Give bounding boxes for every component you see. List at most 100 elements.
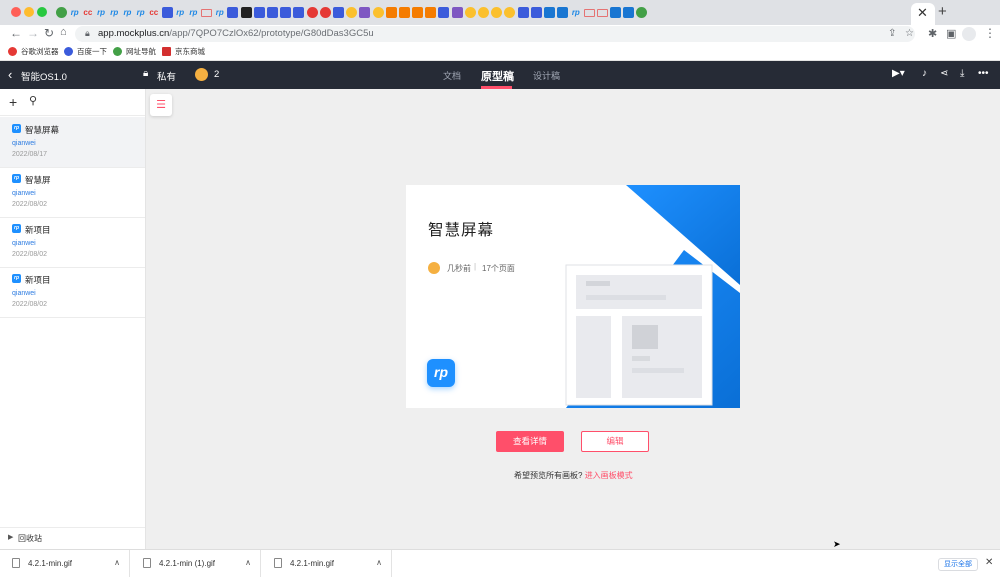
- pinned-tab[interactable]: [319, 6, 332, 20]
- pinned-tab[interactable]: [543, 6, 556, 20]
- pinned-tab[interactable]: [226, 6, 239, 20]
- pinned-tab[interactable]: rp: [213, 6, 226, 20]
- pinned-tab[interactable]: [266, 6, 279, 20]
- pinned-tab[interactable]: [306, 6, 319, 20]
- pinned-tab[interactable]: rp: [108, 6, 121, 20]
- pinned-tab[interactable]: [609, 6, 622, 20]
- search-icon[interactable]: ⚲: [29, 94, 37, 107]
- pinned-tab[interactable]: [279, 6, 292, 20]
- chevron-up-icon[interactable]: ∧: [114, 558, 120, 567]
- pinned-tab[interactable]: [398, 6, 411, 20]
- pinned-tab[interactable]: [477, 6, 490, 20]
- pinned-tab[interactable]: [503, 6, 516, 20]
- privacy-label[interactable]: 私有: [157, 69, 176, 83]
- pinned-tab[interactable]: [240, 6, 253, 20]
- pinned-tab[interactable]: [332, 6, 345, 20]
- pinned-tab[interactable]: [437, 6, 450, 20]
- pinned-tab[interactable]: rp: [134, 6, 147, 20]
- browser-menu-icon[interactable]: ⋮: [984, 26, 996, 40]
- share-icon[interactable]: ⇪: [888, 28, 896, 39]
- tab-prototype[interactable]: 原型稿: [481, 68, 514, 84]
- pinned-tab[interactable]: [451, 6, 464, 20]
- pinned-tab[interactable]: rp: [68, 6, 81, 20]
- trash-section[interactable]: ▶︎ 回收站: [0, 527, 145, 549]
- pinned-tab[interactable]: [464, 6, 477, 20]
- pinned-tab[interactable]: [55, 6, 68, 20]
- address-bar[interactable]: 🔒︎ app.mockplus.cn/app/7QPO7CzlOx62/prot…: [75, 26, 915, 42]
- pinned-tab[interactable]: [635, 6, 648, 20]
- lock-icon[interactable]: 🔒︎: [85, 28, 90, 39]
- pinned-tab[interactable]: rp: [569, 6, 582, 20]
- pinned-tab[interactable]: rp: [187, 6, 200, 20]
- pinned-tab[interactable]: [385, 6, 398, 20]
- pinned-tab[interactable]: [411, 6, 424, 20]
- pinned-tab[interactable]: [372, 6, 385, 20]
- tab-design[interactable]: 设计稿: [533, 69, 560, 82]
- project-item[interactable]: rp 智慧屏 qianwei 2022/08/02: [0, 167, 145, 218]
- chevron-up-icon[interactable]: ∧: [245, 558, 251, 567]
- pinned-tab[interactable]: [490, 6, 503, 20]
- pinned-tab[interactable]: [596, 6, 609, 20]
- extensions-icon[interactable]: ✱: [928, 27, 937, 40]
- bookmark-item[interactable]: 网址导航: [113, 46, 156, 57]
- pinned-tab[interactable]: [556, 6, 569, 20]
- back-icon[interactable]: ‹: [8, 67, 12, 82]
- bookmark-item[interactable]: 京东商城: [162, 46, 205, 57]
- pinned-tab[interactable]: [253, 6, 266, 20]
- reload-icon[interactable]: ↻: [44, 26, 54, 40]
- pinned-tab[interactable]: rp: [121, 6, 134, 20]
- pinned-tab[interactable]: [345, 6, 358, 20]
- bookmark-star-icon[interactable]: ☆: [905, 28, 914, 39]
- forward-icon[interactable]: →: [27, 26, 39, 40]
- close-tab-icon[interactable]: ✕: [917, 5, 928, 21]
- back-icon[interactable]: ←: [10, 26, 22, 40]
- sidepanel-icon[interactable]: ▣: [946, 27, 956, 40]
- more-icon[interactable]: •••: [978, 68, 989, 79]
- preview-icon[interactable]: ▶︎▾: [892, 68, 905, 79]
- pinned-tab[interactable]: [161, 6, 174, 20]
- project-item[interactable]: rp 新项目 qianwei 2022/08/02: [0, 267, 145, 318]
- home-icon[interactable]: ⌂: [60, 26, 67, 38]
- close-icon[interactable]: ✕: [985, 557, 993, 568]
- download-item[interactable]: 4.2.1-min (1).gif ∧: [131, 550, 261, 577]
- pinned-tab[interactable]: cc: [147, 6, 160, 20]
- pinned-tab[interactable]: [517, 6, 530, 20]
- pinned-tab[interactable]: rp: [95, 6, 108, 20]
- pinned-tab[interactable]: [622, 6, 635, 20]
- member-avatar[interactable]: [195, 68, 208, 81]
- edit-button[interactable]: 编辑: [581, 431, 649, 452]
- bookmark-item[interactable]: 百度一下: [64, 46, 107, 57]
- download-item[interactable]: 4.2.1-min.gif ∧: [0, 550, 130, 577]
- member-count[interactable]: 2: [214, 69, 219, 80]
- chevron-up-icon[interactable]: ∧: [376, 558, 382, 567]
- maximize-window-button[interactable]: [37, 7, 47, 17]
- download-icon[interactable]: ⤓: [960, 68, 964, 79]
- project-item[interactable]: rp 新项目 qianwei 2022/08/02: [0, 217, 145, 268]
- bookmark-item[interactable]: 谷歌浏览器: [8, 46, 59, 57]
- view-details-button[interactable]: 查看详情: [496, 431, 564, 452]
- show-all-button[interactable]: 显示全部: [938, 558, 978, 571]
- url-text[interactable]: app.mockplus.cn/app/7QPO7CzlOx62/prototy…: [98, 28, 374, 39]
- tab-docs[interactable]: 文档: [443, 69, 461, 82]
- active-tab[interactable]: ✕: [911, 3, 935, 25]
- project-item[interactable]: rp 智慧屏幕 qianwei 2022/08/17: [0, 117, 145, 168]
- minimize-window-button[interactable]: [24, 7, 34, 17]
- download-item[interactable]: 4.2.1-min.gif ∧: [262, 550, 392, 577]
- pinned-tab[interactable]: [358, 6, 371, 20]
- pinned-tab[interactable]: [200, 6, 213, 20]
- pinned-tab[interactable]: [292, 6, 305, 20]
- pinned-tab[interactable]: cc: [81, 6, 94, 20]
- profile-avatar[interactable]: [962, 27, 976, 41]
- project-preview-card[interactable]: 智慧屏幕 几秒前 | 17个页面 rp: [406, 185, 740, 408]
- pinned-tab[interactable]: [583, 6, 596, 20]
- share-icon[interactable]: ⋖: [940, 68, 948, 79]
- artboard-mode-link[interactable]: 进入画板模式: [585, 471, 633, 480]
- outline-list-button[interactable]: ☰: [150, 94, 172, 116]
- new-tab-button[interactable]: +: [938, 3, 947, 20]
- pinned-tab[interactable]: [424, 6, 437, 20]
- project-name[interactable]: 智能OS1.0: [21, 69, 67, 83]
- pinned-tab[interactable]: rp: [174, 6, 187, 20]
- pinned-tab[interactable]: [530, 6, 543, 20]
- microphone-icon[interactable]: ♪: [922, 68, 927, 79]
- close-window-button[interactable]: [11, 7, 21, 17]
